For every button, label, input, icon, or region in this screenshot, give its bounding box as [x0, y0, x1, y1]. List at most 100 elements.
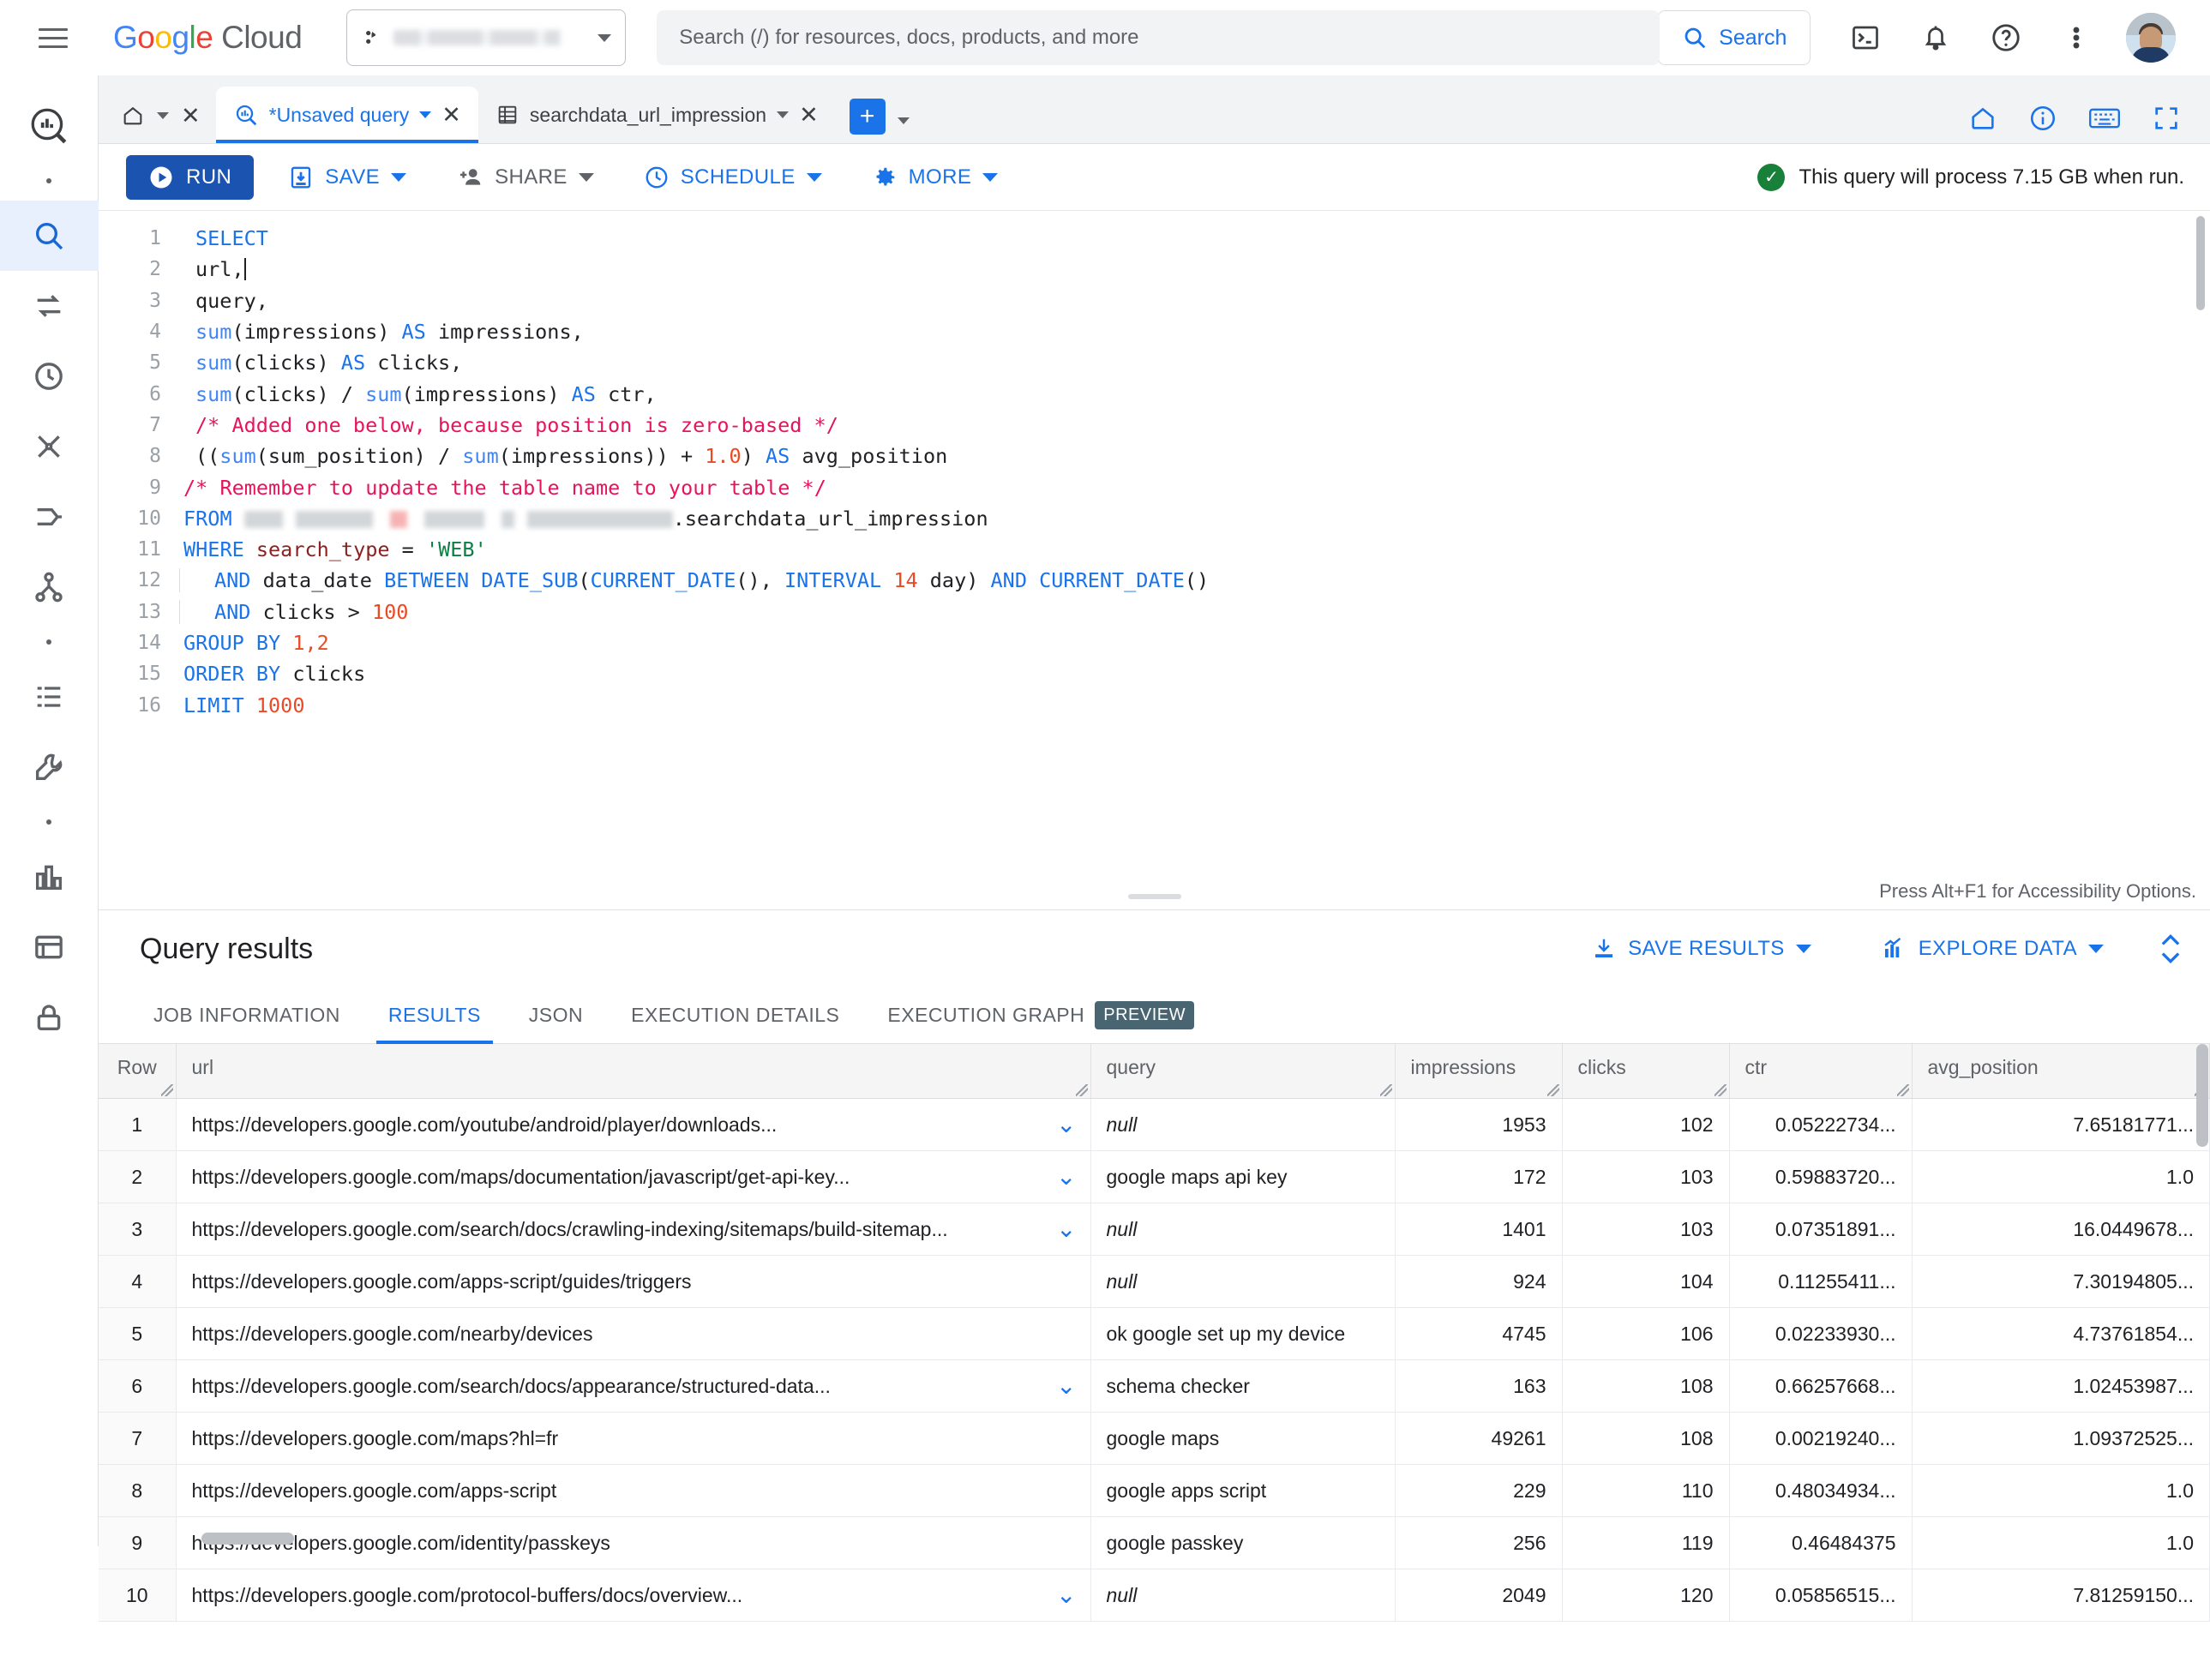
code-line[interactable]: 4sum(impressions) AS impressions,: [99, 316, 2210, 347]
tab-home[interactable]: ✕: [99, 88, 216, 143]
code-text[interactable]: sum(impressions) AS impressions,: [180, 320, 584, 344]
code-text[interactable]: AND data_date BETWEEN DATE_SUB(CURRENT_D…: [179, 568, 1209, 592]
column-resize-handle[interactable]: [1076, 1084, 1088, 1096]
results-horizontal-scrollbar[interactable]: [201, 1533, 294, 1545]
sidebar-item-analytics-hub[interactable]: [0, 411, 99, 482]
expand-row-chevron-down-icon[interactable]: ⌄: [1056, 1165, 1076, 1189]
code-text[interactable]: GROUP BY 1,2: [180, 631, 329, 655]
tab-searchdata-url-impression[interactable]: searchdata_url_impression ✕: [478, 87, 836, 143]
table-row[interactable]: 7https://developers.google.com/maps?hl=f…: [99, 1413, 2210, 1465]
sidebar-item-capacity[interactable]: [0, 912, 99, 982]
results-vertical-scrollbar[interactable]: [2196, 1044, 2208, 1147]
expand-row-chevron-down-icon[interactable]: ⌄: [1056, 1217, 1076, 1241]
code-text[interactable]: LIMIT 1000: [180, 693, 304, 717]
code-line[interactable]: 2url,: [99, 254, 2210, 285]
code-text[interactable]: FROM .searchdata_url_impression: [180, 507, 988, 531]
more-vert-icon[interactable]: [2056, 17, 2097, 58]
chevron-down-icon[interactable]: [598, 34, 611, 42]
expand-row-chevron-down-icon[interactable]: ⌄: [1056, 1374, 1076, 1398]
global-search[interactable]: [657, 10, 1660, 65]
table-row[interactable]: 6https://developers.google.com/search/do…: [99, 1360, 2210, 1413]
share-chevron-down-icon[interactable]: [579, 173, 594, 182]
add-tab-button[interactable]: +: [850, 99, 886, 135]
more-button[interactable]: MORE: [856, 155, 1014, 200]
column-header-clicks[interactable]: clicks: [1562, 1044, 1729, 1099]
column-header-ctr[interactable]: ctr: [1729, 1044, 1912, 1099]
column-resize-handle[interactable]: [1547, 1084, 1559, 1096]
search-input[interactable]: [657, 10, 1660, 65]
user-avatar[interactable]: [2126, 13, 2176, 63]
add-tab-chevron-down-icon[interactable]: [898, 117, 910, 124]
save-chevron-down-icon[interactable]: [391, 173, 406, 182]
code-line[interactable]: 8((sum(sum_position) / sum(impressions))…: [99, 441, 2210, 471]
column-header-query[interactable]: query: [1090, 1044, 1395, 1099]
editor-scrollbar[interactable]: [2196, 216, 2205, 310]
table-row[interactable]: 8https://developers.google.com/apps-scri…: [99, 1465, 2210, 1517]
column-resize-handle[interactable]: [161, 1084, 173, 1096]
results-tab-json[interactable]: JSON: [505, 987, 607, 1044]
code-text[interactable]: AND clicks > 100: [179, 600, 408, 624]
table-row[interactable]: 10https://developers.google.com/protocol…: [99, 1569, 2210, 1622]
results-tab-execution-details[interactable]: EXECUTION DETAILS: [607, 987, 863, 1044]
code-text[interactable]: sum(clicks) / sum(impressions) AS ctr,: [180, 382, 657, 406]
save-results-chevron-down-icon[interactable]: [1796, 945, 1811, 953]
code-text[interactable]: query,: [180, 289, 268, 313]
sidebar-item-search[interactable]: [0, 201, 99, 271]
project-selector[interactable]: [346, 9, 626, 66]
results-tab-job-information[interactable]: JOB INFORMATION: [129, 987, 364, 1044]
code-line[interactable]: 11WHERE search_type = 'WEB': [99, 534, 2210, 565]
tab-unsaved-query-chevron-down-icon[interactable]: [419, 111, 431, 118]
home-outline-icon[interactable]: [1968, 104, 1997, 133]
code-text[interactable]: url,: [180, 257, 246, 281]
sidebar-item-dataform[interactable]: [0, 482, 99, 552]
column-resize-handle[interactable]: [1380, 1084, 1392, 1096]
code-line[interactable]: 15ORDER BY clicks: [99, 658, 2210, 689]
table-row[interactable]: 4https://developers.google.com/apps-scri…: [99, 1256, 2210, 1308]
cell-url[interactable]: https://developers.google.com/maps?hl=fr: [176, 1413, 1090, 1465]
code-text[interactable]: SELECT: [180, 226, 268, 250]
code-line[interactable]: 16LIMIT 1000: [99, 689, 2210, 720]
column-resize-handle[interactable]: [1897, 1084, 1909, 1096]
code-line[interactable]: 10FROM .searchdata_url_impression: [99, 503, 2210, 534]
notifications-bell-icon[interactable]: [1915, 17, 1956, 58]
code-line[interactable]: 6sum(clicks) / sum(impressions) AS ctr,: [99, 378, 2210, 409]
tab-unsaved-query[interactable]: *Unsaved query ✕: [216, 87, 478, 143]
editor-resize-handle[interactable]: [1128, 894, 1181, 899]
code-text[interactable]: /* Added one below, because position is …: [180, 413, 838, 437]
cell-url[interactable]: https://developers.google.com/search/doc…: [176, 1360, 1090, 1413]
schedule-chevron-down-icon[interactable]: [807, 173, 822, 182]
expand-row-chevron-down-icon[interactable]: ⌄: [1056, 1583, 1076, 1607]
sql-editor[interactable]: 1SELECT2url,3query,4sum(impressions) AS …: [99, 211, 2210, 910]
column-header-avg_position[interactable]: avg_position: [1912, 1044, 2210, 1099]
results-tab-results[interactable]: RESULTS: [364, 987, 505, 1044]
code-line[interactable]: 1SELECT: [99, 223, 2210, 254]
save-button[interactable]: SAVE: [273, 155, 422, 200]
tab-searchdata-chevron-down-icon[interactable]: [777, 111, 789, 118]
more-chevron-down-icon[interactable]: [982, 173, 998, 182]
expand-collapse-icon[interactable]: [2157, 930, 2184, 968]
save-results-button[interactable]: SAVE RESULTS: [1576, 927, 1827, 971]
bigquery-logo-icon[interactable]: [0, 91, 99, 161]
code-text[interactable]: /* Remember to update the table name to …: [180, 476, 826, 500]
expand-panel-icon[interactable]: [2152, 104, 2181, 133]
code-line[interactable]: 3query,: [99, 285, 2210, 316]
code-line[interactable]: 13AND clicks > 100: [99, 597, 2210, 627]
code-text[interactable]: ((sum(sum_position) / sum(impressions)) …: [180, 444, 947, 468]
cell-url[interactable]: https://developers.google.com/youtube/an…: [176, 1099, 1090, 1151]
table-row[interactable]: 2https://developers.google.com/maps/docu…: [99, 1151, 2210, 1203]
tab-unsaved-query-close-icon[interactable]: ✕: [441, 104, 461, 127]
sidebar-item-job-history[interactable]: [0, 662, 99, 732]
code-line[interactable]: 5sum(clicks) AS clicks,: [99, 347, 2210, 378]
sidebar-item-data-lineage[interactable]: [0, 552, 99, 622]
schedule-button[interactable]: SCHEDULE: [628, 155, 838, 200]
table-row[interactable]: 1https://developers.google.com/youtube/a…: [99, 1099, 2210, 1151]
tab-searchdata-close-icon[interactable]: ✕: [799, 104, 819, 127]
cell-url[interactable]: https://developers.google.com/search/doc…: [176, 1203, 1090, 1256]
search-button[interactable]: Search: [1658, 10, 1811, 65]
results-tab-execution-graph[interactable]: EXECUTION GRAPHPREVIEW: [863, 987, 1218, 1044]
keyboard-shortcuts-icon[interactable]: [2088, 104, 2121, 133]
code-line[interactable]: 9/* Remember to update the table name to…: [99, 471, 2210, 502]
cell-url[interactable]: https://developers.google.com/apps-scrip…: [176, 1256, 1090, 1308]
code-text[interactable]: sum(clicks) AS clicks,: [180, 351, 462, 375]
column-header-url[interactable]: url: [176, 1044, 1090, 1099]
